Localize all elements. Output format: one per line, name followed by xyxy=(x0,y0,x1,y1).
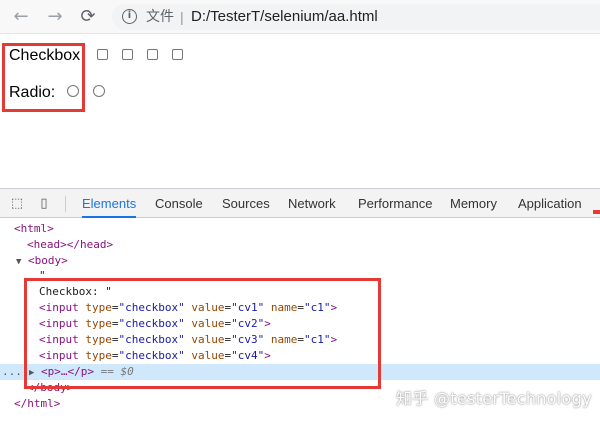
reload-icon: ⟳ xyxy=(80,6,96,27)
dom-head[interactable]: <head></head> xyxy=(27,237,113,253)
tab-network[interactable]: Network xyxy=(288,189,336,218)
back-button[interactable]: ← xyxy=(10,6,32,28)
dom-html-close-tag: </html> xyxy=(14,397,61,410)
arrow-right-icon: → xyxy=(47,6,63,27)
dom-head-tag: <head></head> xyxy=(27,238,114,251)
browser-toolbar: ← → ⟳ i 文件 | D:/TesterT/selenium/aa.html xyxy=(0,0,600,34)
tab-application[interactable]: Application xyxy=(518,189,582,218)
checkbox-4[interactable] xyxy=(172,49,183,60)
radio-2[interactable] xyxy=(93,85,105,97)
dom-html-close[interactable]: </html> xyxy=(14,396,60,412)
device-toolbar-icon[interactable]: ▯ xyxy=(36,196,52,212)
dom-html-open[interactable]: <html> xyxy=(14,221,54,237)
devtools-divider xyxy=(65,196,66,212)
checkbox-1[interactable] xyxy=(97,49,108,60)
info-icon[interactable]: i xyxy=(122,9,137,24)
checkbox-3[interactable] xyxy=(147,49,158,60)
devtools-error-indicator xyxy=(593,210,600,214)
tab-performance[interactable]: Performance xyxy=(358,189,432,218)
checkbox-2[interactable] xyxy=(122,49,133,60)
forward-button[interactable]: → xyxy=(44,6,66,28)
tab-memory[interactable]: Memory xyxy=(450,189,497,218)
watermark: 知乎 @testerTechnology xyxy=(396,389,592,408)
reload-button[interactable]: ⟳ xyxy=(77,6,99,28)
highlight-box-page xyxy=(2,43,85,112)
inspect-element-icon[interactable]: ⬚ xyxy=(9,196,25,212)
dom-html-open-tag: <html> xyxy=(14,222,54,235)
dom-body-open-tag: <body> xyxy=(28,254,68,267)
address-bar[interactable]: i 文件 | D:/TesterT/selenium/aa.html xyxy=(112,4,600,30)
devtools-tabbar: ⬚ ▯ Elements Console Sources Network Per… xyxy=(0,188,600,218)
arrow-left-icon: ← xyxy=(13,6,29,27)
tab-console[interactable]: Console xyxy=(155,189,203,218)
highlight-box-devtools xyxy=(24,278,381,389)
url-scheme-label: 文件 xyxy=(146,9,174,25)
dom-body-open[interactable]: ▼ <body> xyxy=(16,253,68,269)
node-menu-dots[interactable]: ... xyxy=(2,364,22,380)
url-text[interactable]: D:/TesterT/selenium/aa.html xyxy=(191,7,378,27)
expand-triangle-icon[interactable]: ▼ xyxy=(16,257,21,267)
tab-sources[interactable]: Sources xyxy=(222,189,270,218)
page-viewport: Checkbox Radio: xyxy=(0,35,600,188)
tab-elements[interactable]: Elements xyxy=(82,189,137,218)
url-separator: | xyxy=(180,9,184,25)
